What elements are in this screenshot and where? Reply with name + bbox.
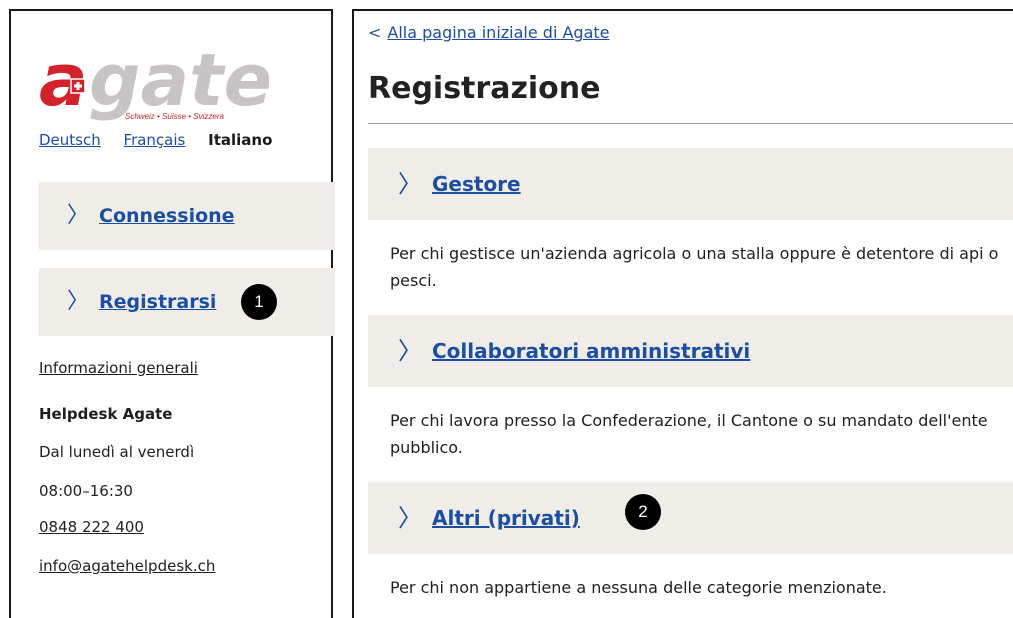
helpdesk-hours: 08:00–16:30	[39, 482, 133, 500]
helpdesk-days: Dal lunedì al venerdì	[39, 443, 195, 461]
step-marker-2: 2	[625, 494, 661, 530]
section-altri-privati[interactable]: 〉 Altri (privati)	[368, 482, 1013, 554]
chevron-right-icon: 〉	[398, 170, 422, 198]
lang-deutsch[interactable]: Deutsch	[39, 131, 101, 149]
nav-item-label[interactable]: Registrarsi	[99, 291, 216, 313]
back-link-label[interactable]: Alla pagina iniziale di Agate	[387, 23, 609, 42]
section-label[interactable]: Collaboratori amministrativi	[432, 339, 750, 363]
nav-item-registrarsi[interactable]: 〉 Registrarsi	[39, 268, 335, 336]
section-description: Per chi lavora presso la Confederazione,…	[390, 411, 988, 457]
left-panel: a gate Schweiz • Suisse • Svizzera Deuts…	[9, 9, 335, 618]
agate-logo[interactable]: a gate Schweiz • Suisse • Svizzera	[39, 38, 272, 129]
helpdesk-title: Helpdesk Agate	[39, 405, 173, 423]
lang-italiano: Italiano	[208, 131, 273, 149]
title-divider	[368, 123, 1013, 124]
chevron-right-icon: 〉	[398, 337, 422, 365]
section-label[interactable]: Gestore	[432, 172, 521, 196]
page-title: Registrazione	[368, 71, 601, 106]
section-gestore[interactable]: 〉 Gestore	[368, 148, 1013, 220]
step-marker-1: 1	[241, 284, 277, 320]
logo-tagline: Schweiz • Suisse • Svizzera	[125, 112, 225, 121]
chevron-right-icon: 〉	[67, 203, 90, 228]
logo-wordmark-rest: gate	[89, 39, 269, 122]
chevron-right-icon: 〉	[398, 504, 422, 532]
section-description: Per chi non appartiene a nessuna delle c…	[390, 578, 887, 597]
nav-item-connessione[interactable]: 〉 Connessione	[39, 182, 335, 250]
nav-item-label[interactable]: Connessione	[99, 205, 235, 227]
chevron-right-icon: 〉	[67, 289, 90, 314]
language-switcher: Deutsch Français Italiano	[39, 131, 290, 149]
helpdesk-phone-link[interactable]: 0848 222 400	[39, 518, 144, 536]
section-collaboratori-amministrativi[interactable]: 〉 Collaboratori amministrativi	[368, 315, 1013, 387]
main-panel: < Alla pagina iniziale di Agate Registraz…	[352, 9, 1013, 618]
back-link[interactable]: < Alla pagina iniziale di Agate	[368, 23, 610, 42]
general-info-link[interactable]: Informazioni generali	[39, 359, 198, 377]
section-description: Per chi gestisce un'azienda agricola o u…	[390, 244, 999, 290]
helpdesk-email-link[interactable]: info@agatehelpdesk.ch	[39, 557, 215, 575]
section-label[interactable]: Altri (privati)	[432, 506, 580, 530]
lang-francais[interactable]: Français	[124, 131, 186, 149]
chevron-left-icon: <	[368, 23, 382, 42]
agate-logo-graphic: a gate Schweiz • Suisse • Svizzera	[39, 38, 272, 122]
